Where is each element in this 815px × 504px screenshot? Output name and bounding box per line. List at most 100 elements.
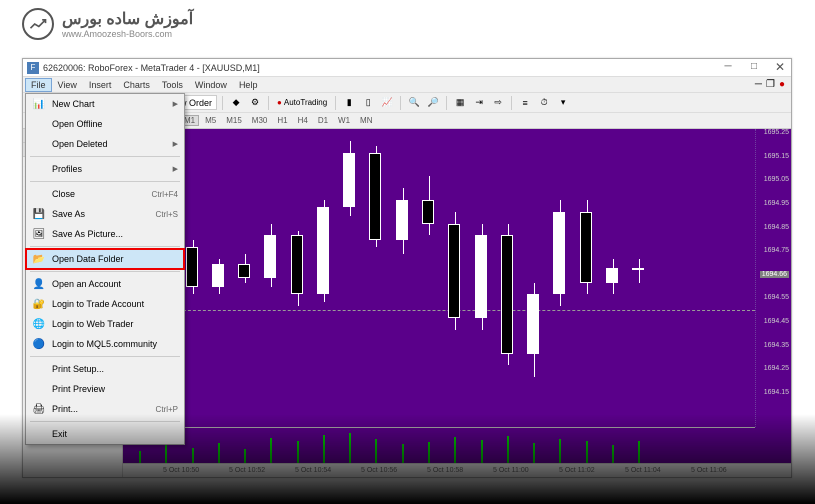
price-tick: 1694.75 <box>764 247 789 254</box>
price-tick: 1694.35 <box>764 342 789 349</box>
file-menu-new-chart[interactable]: 📊New Chart▶ <box>26 94 184 114</box>
file-menu-print-preview[interactable]: Print Preview <box>26 379 184 399</box>
close-button[interactable]: ✕ <box>773 61 787 75</box>
time-tick: 5 Oct 10:54 <box>295 467 331 474</box>
menu-item-icon <box>32 382 46 396</box>
candle-chart-icon[interactable]: ▯ <box>360 95 376 111</box>
file-menu-open-data-folder[interactable]: 📂Open Data Folder <box>26 249 184 269</box>
menu-item-icon <box>32 427 46 441</box>
time-tick: 5 Oct 10:52 <box>229 467 265 474</box>
menu-item-icon: 🖼 <box>32 227 46 241</box>
timeframe-mn[interactable]: MN <box>356 115 376 126</box>
indicators-icon[interactable]: ≡ <box>517 95 533 111</box>
menu-item-icon <box>32 137 46 151</box>
watermark-logo-icon <box>22 8 54 40</box>
price-tick: 1694.85 <box>764 224 789 231</box>
timeframe-m30[interactable]: M30 <box>248 115 272 126</box>
options-icon[interactable]: ⚙ <box>247 95 263 111</box>
minimize-button[interactable]: ─ <box>721 61 735 75</box>
file-menu-login-to-trade-account[interactable]: 🔐Login to Trade Account <box>26 294 184 314</box>
timeframe-m15[interactable]: M15 <box>222 115 246 126</box>
timeframe-h4[interactable]: H4 <box>294 115 312 126</box>
file-menu-profiles[interactable]: Profiles▶ <box>26 159 184 179</box>
price-tick: 1695.15 <box>764 153 789 160</box>
price-tick: 1694.95 <box>764 200 789 207</box>
menu-item-icon: 🔵 <box>32 337 46 351</box>
menu-item-icon: 🌐 <box>32 317 46 331</box>
menu-item-icon: 💾 <box>32 207 46 221</box>
zoom-out-icon[interactable]: 🔎 <box>425 95 441 111</box>
autotrading-button[interactable]: ●AutoTrading <box>274 97 330 108</box>
menu-charts[interactable]: Charts <box>117 78 156 92</box>
menubar: FileViewInsertChartsToolsWindowHelp ─ ❐ … <box>23 77 791 93</box>
timeframe-w1[interactable]: W1 <box>334 115 354 126</box>
menu-help[interactable]: Help <box>233 78 264 92</box>
volume-pane: Volumes 22 <box>123 427 755 463</box>
file-menu-close[interactable]: CloseCtrl+F4 <box>26 184 184 204</box>
time-tick: 5 Oct 10:56 <box>361 467 397 474</box>
menu-tools[interactable]: Tools <box>156 78 189 92</box>
file-menu-open-deleted[interactable]: Open Deleted▶ <box>26 134 184 154</box>
time-tick: 5 Oct 11:00 <box>493 467 529 474</box>
autoscroll-icon[interactable]: ⇨ <box>490 95 506 111</box>
menu-item-icon: 📊 <box>32 97 46 111</box>
app-window: F 62620006: RoboForex - MetaTrader 4 - [… <box>22 58 792 478</box>
timeframe-h1[interactable]: H1 <box>273 115 291 126</box>
chart-area[interactable]: 1695.25 1695.15 1695.05 1694.95 1694.85 1694.… <box>123 129 791 477</box>
time-tick: 5 Oct 11:06 <box>691 467 727 474</box>
menu-view[interactable]: View <box>52 78 83 92</box>
file-menu-login-to-mql-community[interactable]: 🔵Login to MQL5.community <box>26 334 184 354</box>
file-menu-open-an-account[interactable]: 👤Open an Account <box>26 274 184 294</box>
menu-item-icon: 🔐 <box>32 297 46 311</box>
maximize-button[interactable]: □ <box>747 61 761 75</box>
price-tick: 1694.55 <box>764 294 789 301</box>
menu-file[interactable]: File <box>25 78 52 92</box>
time-tick: 5 Oct 10:58 <box>427 467 463 474</box>
time-tick: 5 Oct 11:04 <box>625 467 661 474</box>
candlestick-chart <box>123 129 755 427</box>
file-menu-print-[interactable]: 🖨Print...Ctrl+P <box>26 399 184 419</box>
menu-item-icon: 🖨 <box>32 402 46 416</box>
menu-item-icon: 📂 <box>32 252 46 266</box>
watermark: آموزش ساده بورس www.Amoozesh-Boors.com <box>22 8 193 40</box>
time-scale: 5 Oct 10:505 Oct 10:525 Oct 10:545 Oct 1… <box>123 463 791 477</box>
file-menu-print-setup-[interactable]: Print Setup... <box>26 359 184 379</box>
shift-icon[interactable]: ⇥ <box>471 95 487 111</box>
menu-window[interactable]: Window <box>189 78 233 92</box>
timeframe-d1[interactable]: D1 <box>314 115 332 126</box>
templates-icon[interactable]: ▾ <box>555 95 571 111</box>
file-menu-login-to-web-trader[interactable]: 🌐Login to Web Trader <box>26 314 184 334</box>
price-tick: 1694.15 <box>764 389 789 396</box>
meta-editor-icon[interactable]: ◆ <box>228 95 244 111</box>
watermark-title: آموزش ساده بورس <box>62 9 193 29</box>
price-tick: 1694.45 <box>764 318 789 325</box>
timeframe-m5[interactable]: M5 <box>201 115 220 126</box>
price-scale: 1695.25 1695.15 1695.05 1694.95 1694.85 1694.… <box>755 129 791 427</box>
menu-item-icon <box>32 187 46 201</box>
line-chart-icon[interactable]: 📈 <box>379 95 395 111</box>
app-icon: F <box>27 62 39 74</box>
periodicity-icon[interactable]: ⏱ <box>536 95 552 111</box>
child-close-button[interactable]: ● <box>779 79 785 90</box>
price-tick: 1695.25 <box>764 129 789 136</box>
titlebar: F 62620006: RoboForex - MetaTrader 4 - [… <box>23 59 791 77</box>
bar-chart-icon[interactable]: ▮ <box>341 95 357 111</box>
watermark-url: www.Amoozesh-Boors.com <box>62 29 193 39</box>
file-menu-save-as[interactable]: 💾Save AsCtrl+S <box>26 204 184 224</box>
child-restore-button[interactable]: ❐ <box>766 79 775 90</box>
menu-item-icon <box>32 117 46 131</box>
menu-insert[interactable]: Insert <box>83 78 118 92</box>
file-menu-exit[interactable]: Exit <box>26 424 184 444</box>
zoom-in-icon[interactable]: 🔍 <box>406 95 422 111</box>
tile-icon[interactable]: ▦ <box>452 95 468 111</box>
price-tick: 1695.05 <box>764 176 789 183</box>
file-menu-dropdown: 📊New Chart▶Open OfflineOpen Deleted▶ Prof… <box>25 93 185 445</box>
child-minimize-button[interactable]: ─ <box>755 79 762 90</box>
time-tick: 5 Oct 11:02 <box>559 467 595 474</box>
price-tick: 1694.25 <box>764 365 789 372</box>
file-menu-open-offline[interactable]: Open Offline <box>26 114 184 134</box>
menu-item-icon: 👤 <box>32 277 46 291</box>
menu-item-icon <box>32 162 46 176</box>
file-menu-save-as-picture-[interactable]: 🖼Save As Picture... <box>26 224 184 244</box>
menu-item-icon <box>32 362 46 376</box>
